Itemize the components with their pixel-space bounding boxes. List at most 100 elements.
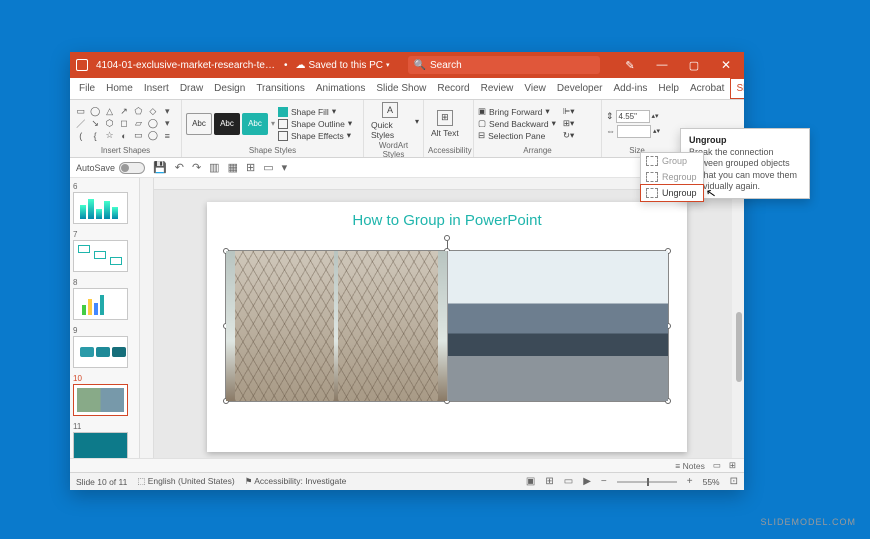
thumbnail-11[interactable]: 11	[73, 422, 136, 458]
view-sorter-icon[interactable]: ⊞	[729, 460, 736, 471]
selection-pane-icon: ⊟	[478, 130, 485, 141]
tab-animations[interactable]: Animations	[311, 78, 370, 99]
view-slideshow-button[interactable]: ▶	[583, 476, 591, 487]
powerpoint-app-icon	[76, 59, 88, 71]
maximize-button[interactable]: ▢	[682, 59, 706, 72]
zoom-out-button[interactable]: −	[601, 476, 607, 487]
thumbnail-9[interactable]: 9	[73, 326, 136, 368]
qat-icon[interactable]: ▦	[228, 161, 238, 174]
tab-transitions[interactable]: Transitions	[251, 78, 310, 99]
ribbon-tabs: File Home Insert Draw Design Transitions…	[70, 78, 744, 100]
tab-home[interactable]: Home	[101, 78, 138, 99]
scrollbar-thumb[interactable]	[736, 312, 742, 382]
shape-effects-button[interactable]: Shape Effects ▾	[278, 130, 352, 141]
tab-draw[interactable]: Draw	[175, 78, 208, 99]
thumbnail-6[interactable]: 6	[73, 182, 136, 224]
zoom-slider[interactable]	[617, 481, 677, 483]
tab-developer[interactable]: Developer	[552, 78, 608, 99]
group-button[interactable]: ⊞▾	[563, 118, 575, 129]
alt-text-button[interactable]: ⊞ Alt Text	[428, 110, 462, 138]
watermark: SLIDEMODEL.COM	[760, 517, 856, 527]
align-button[interactable]: ⊫▾	[563, 106, 575, 117]
language-icon: ⬚	[137, 476, 145, 486]
height-input[interactable]: 4.55"	[616, 110, 650, 123]
group-dropdown-menu: Group Regroup Ungroup	[640, 152, 704, 202]
rotate-button[interactable]: ↻▾	[563, 130, 575, 141]
selected-group[interactable]	[225, 250, 669, 402]
cloud-icon: ☁	[296, 60, 306, 71]
image-bridge[interactable]	[226, 251, 448, 401]
effects-icon	[278, 131, 288, 141]
notes-button[interactable]: ≡ Notes	[675, 461, 705, 471]
cursor-icon: ↖	[705, 185, 717, 201]
save-state[interactable]: ☁ Saved to this PC ▾	[296, 60, 390, 71]
redo-icon[interactable]: ↷	[192, 161, 201, 174]
rotate-handle[interactable]	[444, 235, 450, 241]
qat-more-icon[interactable]: ▾	[282, 161, 288, 174]
width-input[interactable]	[617, 125, 651, 138]
language-status[interactable]: ⬚ English (United States)	[137, 476, 234, 487]
tab-view[interactable]: View	[519, 78, 551, 99]
tab-slideshow[interactable]: Slide Show	[371, 78, 431, 99]
ungroup-icon	[646, 188, 658, 198]
outline-icon	[278, 119, 288, 129]
undo-icon[interactable]: ↶	[175, 161, 184, 174]
tab-shape-format[interactable]: Shape Format	[730, 78, 744, 99]
menu-ungroup[interactable]: Ungroup	[640, 184, 704, 202]
slide-canvas[interactable]: How to Group in PowerPoint	[140, 178, 744, 458]
search-box[interactable]: 🔍 Search	[408, 56, 600, 74]
bring-forward-button[interactable]: ▣ Bring Forward ▾	[478, 106, 556, 117]
tab-design[interactable]: Design	[209, 78, 250, 99]
qat-icon[interactable]: ▭	[263, 161, 273, 174]
file-name[interactable]: 4104-01-exclusive-market-research-templa…	[96, 60, 276, 71]
slide[interactable]: How to Group in PowerPoint	[207, 202, 687, 452]
send-backward-button[interactable]: ▢ Send Backward ▾	[478, 118, 556, 129]
ribbon-group-insert-shapes: ▭◯△↗⬠◇▾ ／↘⬡◻▱◯▾ ({☆◐▭◯≡ Insert Shapes	[70, 100, 182, 157]
slide-counter[interactable]: Slide 10 of 11	[76, 477, 127, 487]
shape-fill-button[interactable]: Shape Fill ▾	[278, 106, 352, 117]
height-icon: ⇕	[606, 111, 614, 122]
fill-icon	[278, 107, 288, 117]
image-mountain[interactable]	[448, 251, 669, 401]
send-backward-icon: ▢	[478, 118, 486, 129]
search-icon: 🔍	[414, 60, 426, 71]
slide-title[interactable]: How to Group in PowerPoint	[207, 202, 687, 229]
view-reading-button[interactable]: ▭	[564, 476, 573, 487]
minimize-button[interactable]: —	[650, 59, 674, 71]
vertical-scrollbar[interactable]	[732, 192, 744, 458]
ribbon-group-shape-styles: Abc Abc Abc ▾ Shape Fill ▾ Shape Outline…	[182, 100, 364, 157]
quick-styles-button[interactable]: A Quick Styles	[368, 102, 412, 140]
style-swatches[interactable]: Abc Abc Abc	[186, 113, 268, 135]
thumbnail-8[interactable]: 8	[73, 278, 136, 320]
notes-bar: ≡ Notes ▭ ⊞	[70, 458, 744, 472]
zoom-level[interactable]: 55%	[703, 477, 720, 487]
zoom-in-button[interactable]: +	[687, 476, 693, 487]
tab-acrobat[interactable]: Acrobat	[685, 78, 729, 99]
view-normal-button[interactable]: ▣	[526, 476, 535, 487]
tab-review[interactable]: Review	[476, 78, 519, 99]
menu-group: Group	[641, 153, 703, 169]
qat-icon[interactable]: ⊞	[246, 161, 255, 174]
autosave-toggle[interactable]: AutoSave	[76, 162, 145, 174]
thumbnail-10[interactable]: 10	[73, 374, 136, 416]
selection-pane-button[interactable]: ⊟ Selection Pane	[478, 130, 556, 141]
alt-text-icon: ⊞	[437, 110, 453, 126]
save-icon[interactable]: 💾	[153, 161, 167, 174]
view-sorter-button[interactable]: ⊞	[545, 476, 553, 487]
tab-addins[interactable]: Add-ins	[609, 78, 653, 99]
fit-to-window-button[interactable]: ⊡	[730, 476, 738, 487]
shape-outline-button[interactable]: Shape Outline ▾	[278, 118, 352, 129]
tab-record[interactable]: Record	[432, 78, 474, 99]
shapes-gallery[interactable]: ▭◯△↗⬠◇▾ ／↘⬡◻▱◯▾ ({☆◐▭◯≡	[74, 106, 174, 141]
menu-regroup: Regroup	[641, 169, 703, 185]
tab-insert[interactable]: Insert	[139, 78, 174, 99]
tab-help[interactable]: Help	[653, 78, 684, 99]
accessibility-status[interactable]: ⚑ Accessibility: Investigate	[245, 476, 347, 487]
view-normal-icon[interactable]: ▭	[713, 460, 721, 471]
qat-icon[interactable]: ▥	[209, 161, 219, 174]
vertical-ruler	[140, 178, 154, 458]
thumbnail-7[interactable]: 7	[73, 230, 136, 272]
draw-mode-button[interactable]: ✎	[618, 59, 642, 72]
tab-file[interactable]: File	[74, 78, 100, 99]
close-button[interactable]: ✕	[714, 58, 738, 72]
